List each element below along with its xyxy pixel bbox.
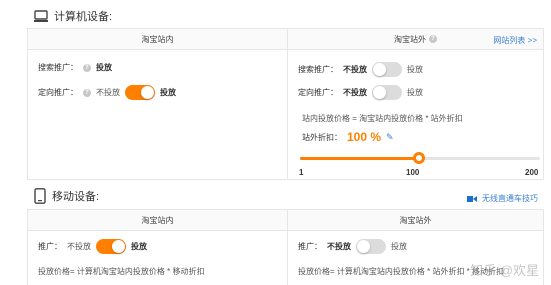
mobile-promo-on: 投放 (131, 242, 147, 251)
computer-inner-column: 淘宝站内 (28, 29, 287, 179)
outer-discount-row: 站外折扣： 100 % ✎ (302, 130, 394, 144)
mobile-panel: 淘宝站内 淘宝站外 推广： 不投放 投放 投放价格= 计算机淘宝站内投放价格 *… (27, 209, 544, 285)
outer-target-label: 定向推广： (298, 88, 338, 97)
computer-outer-target-row: 定向推广： 不投放 投放 (298, 85, 423, 100)
computer-inner-target-toggle[interactable] (125, 85, 155, 100)
outer-discount-label: 站外折扣： (302, 132, 342, 142)
search-promo-value: 投放 (96, 63, 112, 72)
outer-search-off: 不投放 (343, 65, 367, 74)
computer-section-title: 计算机设备: (54, 11, 113, 23)
outer-price-formula: 站内投放价格 = 淘宝站内投放价格 * 站外折扣 (302, 113, 463, 124)
computer-panel: 淘宝站内 淘宝站外 ? 网站列表 >> 搜索推广： ? 投放 定向推广： ? 不… (27, 28, 544, 180)
mobile-outer-on: 投放 (391, 242, 407, 251)
toggle-knob (373, 63, 386, 76)
target-on-label: 投放 (160, 88, 176, 97)
target-promo-label: 定向推广： (38, 88, 78, 97)
toggle-knob (141, 86, 154, 99)
site-list-link[interactable]: 网站列表 >> (493, 35, 537, 46)
toggle-knob (112, 240, 125, 253)
mobile-inner-header: 淘宝站内 (28, 210, 287, 231)
slider-tick-min: 1 (299, 168, 304, 177)
target-off-label: 不投放 (96, 88, 120, 97)
outer-formula-text: 站内投放价格 = 淘宝站内投放价格 * 站外折扣 (302, 114, 463, 123)
toggle-knob (373, 86, 386, 99)
outer-target-off: 不投放 (343, 88, 367, 97)
outer-search-on: 投放 (407, 65, 423, 74)
mobile-section-title: 移动设备: (52, 191, 100, 203)
computer-outer-search-toggle[interactable] (372, 62, 402, 77)
phone-icon (34, 188, 46, 204)
mobile-inner-formula: 投放价格= 计算机淘宝站内投放价格 * 移动折扣 (38, 266, 204, 277)
mobile-outer-toggle[interactable] (356, 239, 386, 254)
help-icon[interactable]: ? (429, 35, 437, 43)
wireless-tips-text[interactable]: 无线直通车技巧 (482, 193, 538, 204)
help-icon[interactable]: ? (83, 88, 91, 97)
mobile-outer-header: 淘宝站外 (288, 210, 543, 231)
search-promo-label: 搜索推广： (38, 63, 78, 72)
edit-icon[interactable]: ✎ (386, 132, 394, 143)
wireless-tips-link[interactable]: 无线直通车技巧 (467, 193, 538, 204)
monitor-icon (34, 9, 48, 23)
mobile-inner-promo-row: 推广： 不投放 投放 (38, 239, 147, 254)
mobile-promo-off: 不投放 (67, 242, 91, 251)
mobile-promo-label: 推广： (38, 242, 62, 251)
computer-inner-search-row: 搜索推广： ? 投放 (38, 62, 112, 73)
computer-section-header: 计算机设备: (34, 4, 112, 28)
computer-outer-target-toggle[interactable] (372, 85, 402, 100)
video-icon (467, 195, 477, 203)
help-icon[interactable]: ? (83, 63, 91, 72)
toggle-knob (357, 240, 370, 253)
outer-target-on: 投放 (407, 88, 423, 97)
mobile-outer-promo-label: 推广： (298, 242, 322, 251)
computer-inner-target-row: 定向推广： ? 不投放 投放 (38, 85, 176, 100)
mobile-outer-promo-row: 推广： 不投放 投放 (298, 239, 407, 254)
computer-inner-header: 淘宝站内 (28, 29, 287, 50)
discount-slider[interactable] (300, 152, 540, 164)
outer-search-label: 搜索推广： (298, 65, 338, 74)
mobile-outer-off: 不投放 (327, 242, 351, 251)
discount-slider-fill (300, 157, 420, 160)
watermark: 知乎 @欢星 (470, 263, 539, 278)
slider-tick-max: 200 (525, 168, 539, 177)
mobile-inner-toggle[interactable] (96, 239, 126, 254)
computer-outer-header-label: 淘宝站外 (394, 34, 426, 44)
outer-discount-value: 100 % (347, 130, 382, 144)
mobile-section-header: 移动设备: (34, 184, 99, 208)
computer-outer-search-row: 搜索推广： 不投放 投放 (298, 62, 423, 77)
mobile-inner-formula-text: 投放价格= 计算机淘宝站内投放价格 * 移动折扣 (38, 267, 205, 276)
slider-tick-mid: 100 (406, 168, 420, 177)
